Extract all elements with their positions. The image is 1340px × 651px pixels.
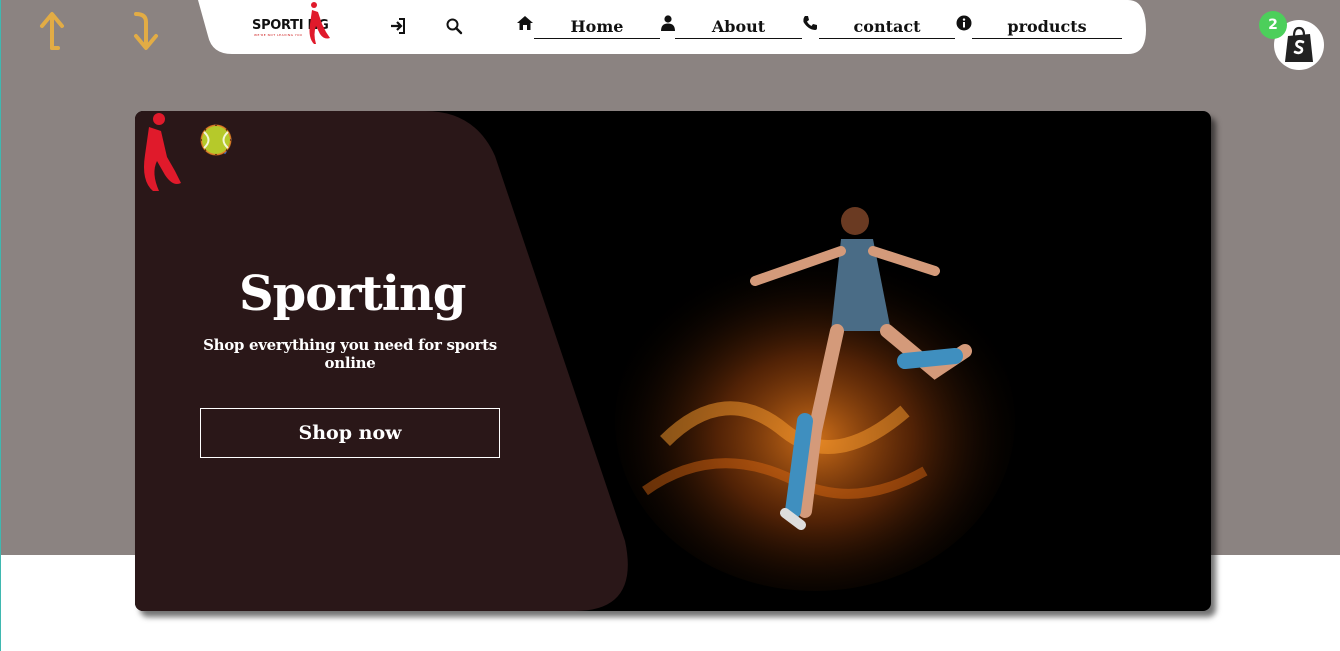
hero-panel: Sporting Shop everything you need for sp…	[135, 111, 635, 611]
sign-in-icon[interactable]	[388, 16, 408, 36]
page-edge	[0, 0, 1, 651]
cart-count-badge: 2	[1259, 11, 1287, 39]
logo-athlete-icon	[309, 2, 330, 44]
nav-link-contact[interactable]: contact	[819, 10, 955, 39]
nav-link-home[interactable]: Home	[534, 10, 660, 39]
volleyball-icon[interactable]	[200, 124, 276, 156]
home-icon	[516, 14, 534, 32]
site-logo[interactable]: SPORTI NG WE'RE NOT LEAVING YOU	[252, 2, 330, 48]
basketball-icon[interactable]	[201, 124, 320, 156]
logo-subtext: WE'RE NOT LEAVING YOU	[254, 33, 303, 37]
shopify-bag-icon	[1285, 26, 1313, 62]
nav-link-products-label: products	[1007, 17, 1087, 36]
hero-brand: Sporting	[239, 266, 466, 322]
arrow-up-icon[interactable]	[32, 8, 78, 54]
hero-tagline: Shop everything you need for sports onli…	[203, 336, 497, 372]
nav-link-about-label: About	[711, 17, 766, 36]
athlete-photo	[615, 207, 1015, 591]
nav-link-products[interactable]: products	[972, 10, 1122, 39]
nav-link-home-label: Home	[570, 17, 624, 36]
phone-icon	[801, 14, 819, 32]
search-icon[interactable]	[444, 16, 464, 36]
sport-balls	[200, 124, 364, 156]
nav-link-about[interactable]: About	[675, 10, 802, 39]
hero-banner: Sporting Shop everything you need for sp…	[135, 111, 1211, 611]
tennis-ball-icon[interactable]	[202, 124, 364, 156]
nav-link-contact-label: contact	[853, 17, 921, 36]
info-icon	[955, 14, 973, 32]
shop-now-button[interactable]: Shop now	[200, 408, 500, 458]
brand-athlete-icon	[144, 113, 181, 191]
arrow-down-icon[interactable]	[122, 8, 168, 54]
